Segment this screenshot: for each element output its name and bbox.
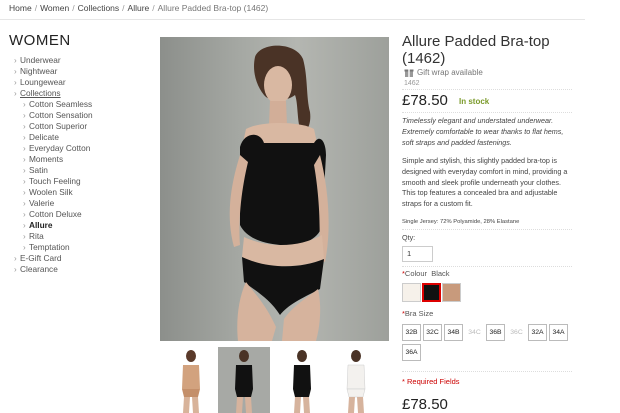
sidebar-item-loungewear[interactable]: Loungewear [14, 77, 93, 88]
divider [402, 266, 572, 267]
thumbnail-image [346, 350, 366, 413]
size-option-32a[interactable]: 32A [528, 324, 547, 341]
size-option-32b[interactable]: 32B [402, 324, 421, 341]
product-material: Single Jersey: 72% Polyamide, 28% Elasta… [402, 219, 520, 225]
sidebar-item-cotton-sensation[interactable]: Cotton Sensation [23, 110, 93, 121]
product-title: Allure Padded Bra-top (1462) [402, 33, 550, 67]
size-option-34c: 34C [465, 324, 484, 341]
gift-icon [404, 69, 414, 77]
divider [402, 371, 572, 372]
divider [0, 19, 585, 20]
product-main-image[interactable] [160, 37, 389, 341]
size-option-36a[interactable]: 36A [402, 344, 421, 361]
sidebar-item-allure[interactable]: Allure [23, 220, 93, 231]
breadcrumb-allure[interactable]: Allure [128, 3, 150, 13]
sidebar-nav: Underwear Nightwear Loungewear Collectio… [14, 55, 93, 275]
colour-swatches [402, 283, 462, 302]
product-thumbnail[interactable] [218, 347, 270, 413]
product-thumbnail[interactable] [276, 347, 328, 413]
sidebar-item-delicate[interactable]: Delicate [23, 132, 93, 143]
size-option-36b[interactable]: 36B [486, 324, 505, 341]
thumbnail-image [293, 350, 311, 413]
sidebar-item-satin[interactable]: Satin [23, 165, 93, 176]
breadcrumb-collections[interactable]: Collections [78, 3, 120, 13]
gift-wrap-label: Gift wrap available [417, 67, 483, 77]
sidebar-title: WOMEN [9, 32, 71, 49]
breadcrumb-separator: / [72, 3, 75, 13]
divider [402, 229, 572, 230]
size-option-34a[interactable]: 34A [549, 324, 568, 341]
bra-size-label: *Bra Size [402, 309, 434, 318]
sidebar-item-woolen-silk[interactable]: Woolen Silk [23, 187, 93, 198]
breadcrumb-home[interactable]: Home [9, 3, 32, 13]
breadcrumb-separator: / [34, 3, 38, 13]
size-option-36c: 36C [507, 324, 526, 341]
sidebar-item-moments[interactable]: Moments [23, 154, 93, 165]
sidebar-item-temptation[interactable]: Temptation [23, 242, 93, 253]
model-photo [229, 45, 329, 341]
colour-swatch-nude[interactable] [442, 283, 461, 302]
size-options: 32B 32C 34B 34C 36B 36C 32A 34A 36A [402, 324, 577, 364]
product-thumbnail[interactable] [165, 347, 217, 413]
sidebar-item-touch-feeling[interactable]: Touch Feeling [23, 176, 93, 187]
stock-status: In stock [459, 97, 490, 106]
sidebar-item-everyday-cotton[interactable]: Everyday Cotton [23, 143, 93, 154]
product-sku: 1462 [404, 80, 420, 87]
product-description-intro: Timelessly elegant and understated under… [402, 116, 564, 147]
colour-label: *Colour Black [402, 269, 450, 278]
sidebar-item-rita[interactable]: Rita [23, 231, 93, 242]
sidebar-item-clearance[interactable]: Clearance [14, 264, 93, 275]
product-price: £78.50 [402, 92, 448, 109]
sidebar-item-nightwear[interactable]: Nightwear [14, 66, 93, 77]
thumbnail-image [182, 350, 200, 413]
size-option-34b[interactable]: 34B [444, 324, 463, 341]
size-option-32c[interactable]: 32C [423, 324, 442, 341]
sidebar-item-cotton-superior[interactable]: Cotton Superior [23, 121, 93, 132]
required-fields-note: * Required Fields [402, 377, 460, 386]
breadcrumb-separator: / [122, 3, 125, 13]
colour-swatch-cream[interactable] [402, 283, 421, 302]
divider [402, 112, 572, 113]
sidebar-item-cotton-deluxe[interactable]: Cotton Deluxe [23, 209, 93, 220]
sidebar-item-cotton-seamless[interactable]: Cotton Seamless [23, 99, 93, 110]
product-thumbnail[interactable] [330, 347, 382, 413]
gift-wrap-note: Gift wrap available [404, 67, 483, 77]
breadcrumb-separator: / [152, 3, 155, 13]
quantity-input[interactable]: 1 [402, 246, 433, 262]
thumbnail-strip [160, 347, 389, 413]
quantity-label: Qty: [402, 233, 416, 242]
sidebar-item-e-gift-card[interactable]: E-Gift Card [14, 253, 93, 264]
product-price-bottom: £78.50 [402, 396, 448, 413]
divider [402, 89, 572, 90]
sidebar-item-collections[interactable]: Collections [14, 88, 93, 99]
thumbnail-image [235, 350, 253, 413]
breadcrumb-women[interactable]: Women [40, 3, 69, 13]
sidebar-item-valerie[interactable]: Valerie [23, 198, 93, 209]
selected-colour: Black [431, 269, 450, 278]
colour-swatch-black[interactable] [422, 283, 441, 302]
product-description: Simple and stylish, this slightly padded… [402, 156, 568, 209]
breadcrumb: Home / Women / Collections / Allure / Allure Pad… [9, 3, 268, 13]
breadcrumb-current: Allure Padded Bra-top (1462) [157, 3, 269, 13]
sidebar-item-underwear[interactable]: Underwear [14, 55, 93, 66]
